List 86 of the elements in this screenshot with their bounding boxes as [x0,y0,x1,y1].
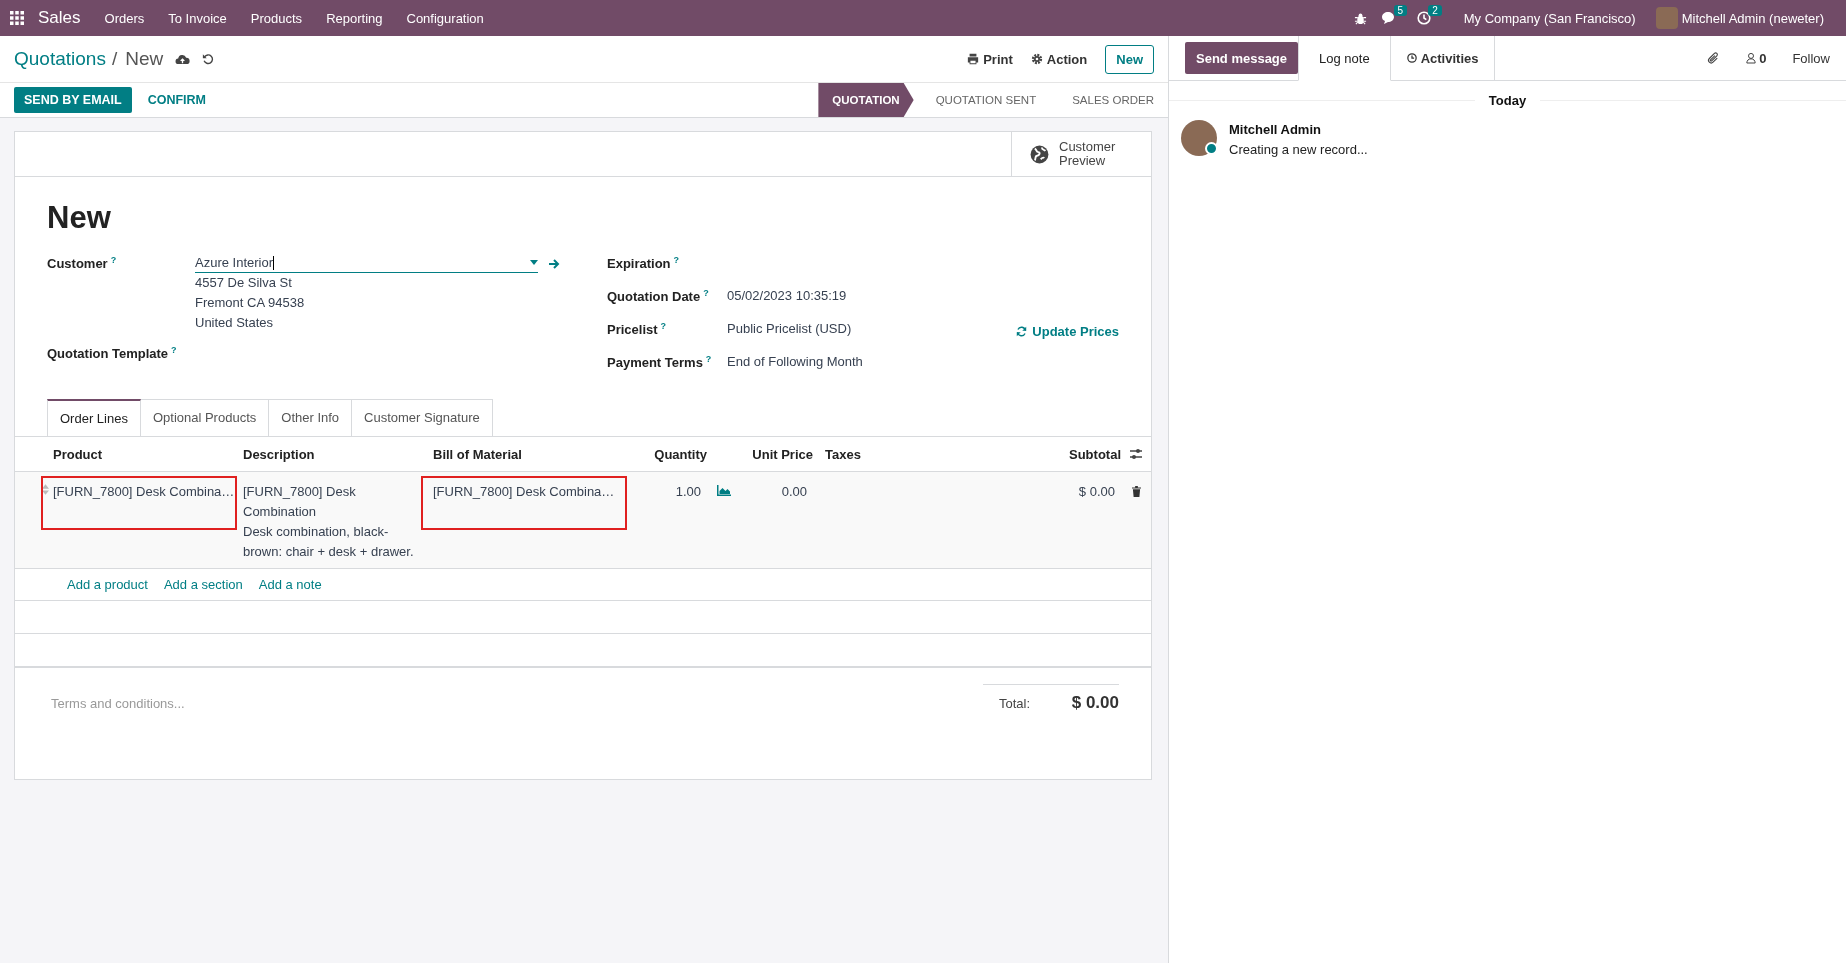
app-name[interactable]: Sales [38,8,81,28]
help-mark[interactable]: ? [660,321,667,331]
menu-item[interactable]: Configuration [394,10,496,26]
message-body: Creating a new record... [1229,142,1368,157]
message-count: 5 [1393,5,1408,16]
notebook-tab[interactable]: Customer Signature [351,399,493,436]
help-mark[interactable]: ? [703,288,709,298]
address-line: Fremont CA 94538 [195,294,306,312]
follow-button[interactable]: Follow [1792,50,1830,66]
add-line-link[interactable]: Add a product [67,577,148,592]
field-label: Customer [47,256,108,272]
activity-count: 2 [1428,5,1442,16]
customer-field[interactable]: Azure Interior [195,255,538,273]
menu-item[interactable]: Products [238,10,315,26]
message-author: Mitchell Admin [1229,122,1322,137]
field-label: Payment Terms [607,355,703,371]
subtotal-cell-text: $ 0.00 [1077,483,1116,501]
menu-item[interactable]: Reporting [314,10,395,26]
address-line: United States [195,314,275,332]
bug-icon[interactable] [1353,11,1367,25]
status-stage[interactable]: QUOTATION [818,83,914,117]
drag-handle-icon[interactable] [42,484,49,495]
company-switcher[interactable]: My Company (San Francisco) [1451,10,1648,26]
notebook-tab[interactable]: Order Lines [47,399,141,436]
column-header[interactable]: Quantity [633,446,707,462]
trash-icon[interactable] [1131,486,1141,497]
action-button[interactable]: Action [1030,51,1088,67]
add-line-link[interactable]: Add a note [258,577,322,592]
cloud-upload-icon[interactable] [175,53,191,65]
help-mark[interactable]: ? [110,255,117,265]
user-menu[interactable]: Mitchell Admin (neweter) [1677,10,1836,26]
bill-of-material-cell[interactable]: [FURN_7800] Desk Combina… [421,476,627,530]
activities-button[interactable]: Activities [1390,36,1496,80]
send-message-button[interactable]: Send message [1185,42,1299,74]
customer-preview-button[interactable]: Customer Preview [1011,132,1151,176]
breadcrumb-current: New [125,48,164,70]
paperclip-icon[interactable] [1707,51,1721,65]
total-amount: $ 0.00 [1071,693,1119,713]
help-mark[interactable]: ? [673,255,680,265]
globe-icon [1030,144,1049,164]
field-value: Public Pricelist (USD) [727,321,852,338]
chat-icon[interactable] [1380,11,1397,25]
column-header[interactable]: Product [53,446,243,462]
quantity-cell[interactable]: 1.00 [633,476,707,508]
apps-menu-icon[interactable] [10,11,24,25]
column-header[interactable]: Description [243,446,433,462]
product-cell[interactable]: [FURN_7800] Desk Combina… [41,476,237,530]
menu-item[interactable]: Orders [92,10,157,26]
caret-icon[interactable] [530,260,538,265]
clock-icon[interactable] [1417,11,1432,25]
column-settings-icon[interactable] [1129,448,1143,460]
field-label: Pricelist [607,322,658,338]
column-header[interactable]: Bill of Material [433,446,633,462]
total-label: Total: [999,696,1031,711]
arrow-right-icon[interactable] [548,258,560,270]
field-label: Quotation Template [47,346,169,362]
area-chart-icon[interactable] [717,485,731,496]
followers-button[interactable]: 0 [1746,50,1767,66]
column-header[interactable]: Unit Price [741,446,813,462]
new-button[interactable]: New [1105,44,1154,74]
update-prices-link[interactable]: Update Prices [1016,321,1119,341]
printer-icon [967,53,980,65]
menu-item[interactable]: To Invoice [156,10,239,26]
header-button[interactable]: SEND BY EMAIL [14,87,132,113]
add-line-link[interactable]: Add a section [163,577,243,592]
column-header[interactable]: Subtotal [981,446,1121,462]
help-mark[interactable]: ? [705,354,712,364]
field-label: Quotation Date [607,289,701,305]
breadcrumb-separator: / [111,48,118,70]
column-header[interactable]: Taxes [813,446,981,462]
log-note-button[interactable]: Log note [1298,36,1391,81]
gear-icon [1030,53,1043,65]
breadcrumb-link[interactable]: Quotations [14,48,106,70]
address-line: 4557 De Silva St [195,274,293,292]
field-value: End of Following Month [727,354,863,371]
unit-price-cell[interactable]: 0.00 [741,476,813,508]
help-mark[interactable]: ? [171,345,177,355]
date-separator: Today [1488,93,1527,108]
field-label: Expiration [607,256,671,272]
author-avatar [1181,120,1217,156]
undo-icon[interactable] [202,53,215,65]
clock-icon [1406,53,1417,63]
refresh-icon [1016,325,1028,337]
field-value: 05/02/2023 10:35:19 [727,288,847,305]
record-title: New [47,200,112,236]
print-button[interactable]: Print [967,51,1013,67]
